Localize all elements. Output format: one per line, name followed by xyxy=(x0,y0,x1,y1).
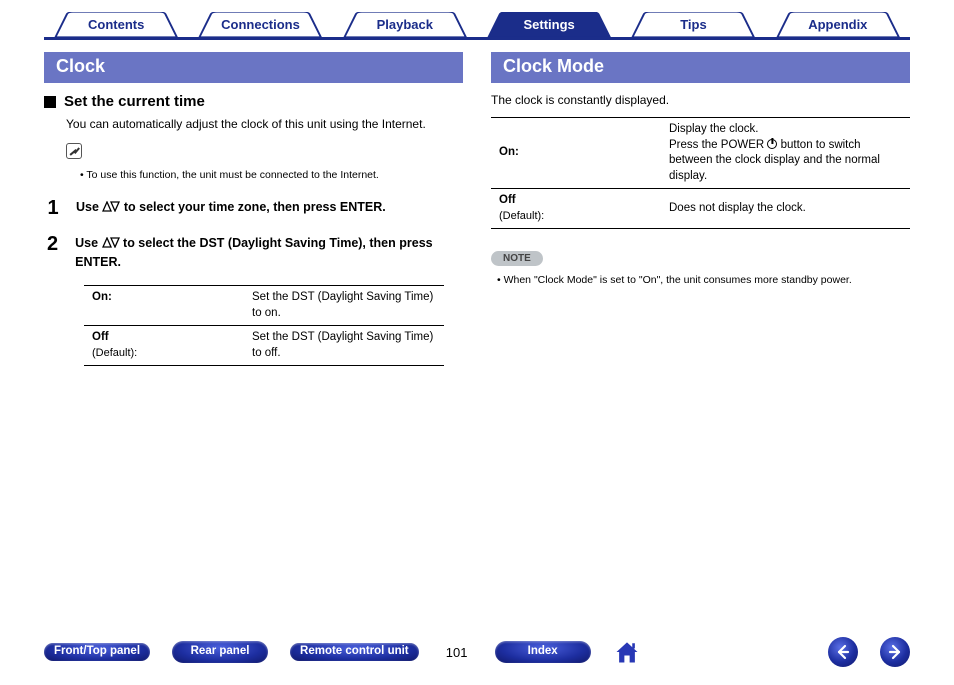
note-badge: NOTE xyxy=(491,251,543,266)
table-row: Off (Default): Set the DST (Daylight Sav… xyxy=(84,326,444,366)
page-body: Clock Set the current time You can autom… xyxy=(44,52,910,366)
clock-mode-intro: The clock is constantly displayed. xyxy=(491,93,910,107)
step-1: 1 Use to select your time zone, then pre… xyxy=(44,197,463,219)
page-number: 101 xyxy=(441,645,473,660)
power-icon xyxy=(767,139,777,149)
dst-off-desc: Set the DST (Daylight Saving Time) to of… xyxy=(244,326,444,366)
cm-on-label: On: xyxy=(491,118,661,189)
table-row: Off (Default): Does not display the cloc… xyxy=(491,189,910,229)
dst-table: On: Set the DST (Daylight Saving Time) t… xyxy=(84,285,444,366)
cm-off-default: (Default): xyxy=(499,210,544,222)
tab-label: Connections xyxy=(221,17,300,32)
section-header-clock: Clock xyxy=(44,52,463,83)
tab-contents[interactable]: Contents xyxy=(44,12,188,37)
step-2-text: Use to select the DST (Daylight Saving T… xyxy=(75,233,463,271)
step-text-pre: Use xyxy=(75,236,101,250)
square-bullet-icon xyxy=(44,96,56,108)
cm-off-label: Off xyxy=(499,194,516,206)
intro-text: You can automatically adjust the clock o… xyxy=(66,116,463,133)
step-text-post: to select your time zone, then press ENT… xyxy=(120,200,385,214)
steps-list: 1 Use to select your time zone, then pre… xyxy=(44,197,463,271)
front-top-panel-button[interactable]: Front/Top panel xyxy=(44,643,150,660)
dst-off-label-cell: Off (Default): xyxy=(84,326,244,366)
clock-mode-table: On: Display the clock. Press the POWER b… xyxy=(491,117,910,229)
index-button[interactable]: Index xyxy=(495,641,591,662)
pill-label: Rear panel xyxy=(191,645,250,657)
right-column: Clock Mode The clock is constantly displ… xyxy=(491,52,910,366)
next-page-button[interactable] xyxy=(880,637,910,667)
tab-label: Playback xyxy=(377,17,433,32)
tab-connections[interactable]: Connections xyxy=(188,12,332,37)
cm-on-desc-pre: Press the POWER xyxy=(669,139,767,151)
top-tab-bar: Contents Connections Playback Settings T… xyxy=(44,12,910,40)
pill-label: Index xyxy=(528,645,558,657)
cm-off-label-cell: Off (Default): xyxy=(491,189,661,229)
subhead-set-current-time: Set the current time xyxy=(44,93,463,110)
tab-playback[interactable]: Playback xyxy=(333,12,477,37)
remote-control-button[interactable]: Remote control unit xyxy=(290,643,419,660)
step-number: 1 xyxy=(44,197,62,219)
updown-arrows-icon xyxy=(102,236,120,254)
pencil-note: To use this function, the unit must be c… xyxy=(80,168,463,183)
pencil-icon xyxy=(66,143,82,159)
rear-panel-button[interactable]: Rear panel xyxy=(172,641,268,662)
dst-on-label: On: xyxy=(84,286,244,326)
tab-label: Settings xyxy=(524,17,575,32)
dst-on-desc: Set the DST (Daylight Saving Time) to on… xyxy=(244,286,444,326)
updown-arrows-icon xyxy=(102,200,120,218)
note-text: When "Clock Mode" is set to "On", the un… xyxy=(497,274,910,286)
step-1-text: Use to select your time zone, then press… xyxy=(76,197,386,219)
step-2: 2 Use to select the DST (Daylight Saving… xyxy=(44,233,463,271)
pill-label: Front/Top panel xyxy=(54,645,140,657)
subhead-text: Set the current time xyxy=(64,93,205,110)
home-button[interactable] xyxy=(613,638,641,666)
table-row: On: Display the clock. Press the POWER b… xyxy=(491,118,910,189)
cm-off-desc: Does not display the clock. xyxy=(661,189,910,229)
left-column: Clock Set the current time You can autom… xyxy=(44,52,463,366)
tab-tips[interactable]: Tips xyxy=(621,12,765,37)
section-header-clock-mode: Clock Mode xyxy=(491,52,910,83)
cm-on-desc-line1: Display the clock. xyxy=(669,123,758,135)
pill-label: Remote control unit xyxy=(300,645,409,657)
tab-label: Tips xyxy=(680,17,707,32)
tab-appendix[interactable]: Appendix xyxy=(766,12,910,37)
dst-off-default: (Default): xyxy=(92,347,137,359)
tab-settings[interactable]: Settings xyxy=(477,12,621,37)
step-number: 2 xyxy=(44,233,61,271)
step-text-pre: Use xyxy=(76,200,102,214)
bottom-nav: Front/Top panel Rear panel Remote contro… xyxy=(0,637,954,667)
dst-off-label: Off xyxy=(92,331,109,343)
cm-on-desc: Display the clock. Press the POWER butto… xyxy=(661,118,910,189)
prev-page-button[interactable] xyxy=(828,637,858,667)
tab-label: Appendix xyxy=(808,17,867,32)
table-row: On: Set the DST (Daylight Saving Time) t… xyxy=(84,286,444,326)
step-text-post: to select the DST (Daylight Saving Time)… xyxy=(75,236,432,269)
tab-label: Contents xyxy=(88,17,144,32)
